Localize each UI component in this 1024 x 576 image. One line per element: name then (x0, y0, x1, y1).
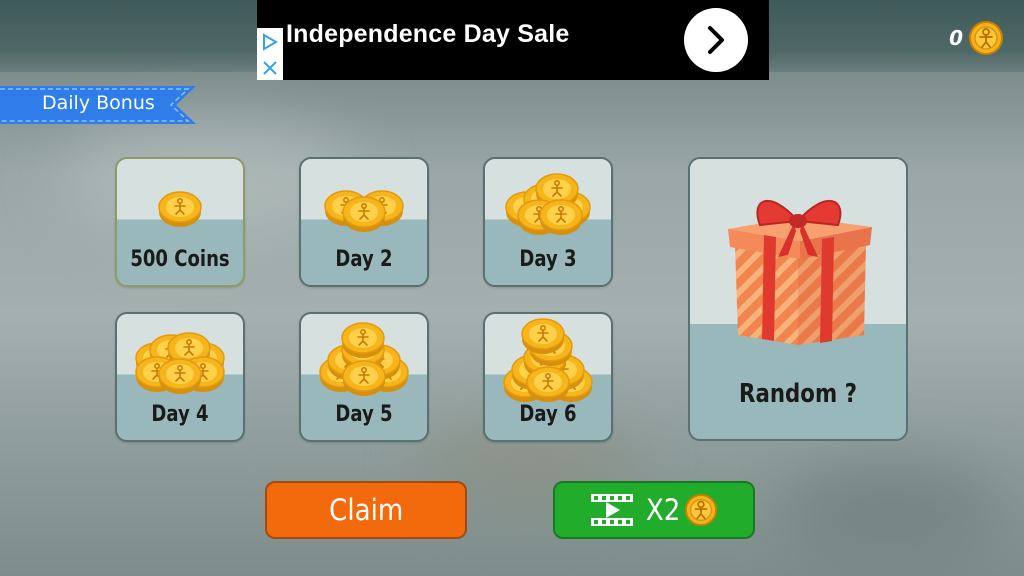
double-button-label: X2 (645, 493, 681, 527)
ad-action-button[interactable] (684, 8, 748, 72)
random-reward-label: Random ? (739, 379, 857, 409)
coin-icon (342, 196, 386, 232)
coin-icon (342, 360, 386, 396)
claim-button[interactable]: Claim (265, 481, 467, 539)
close-icon[interactable] (262, 60, 278, 76)
coin-icon (341, 322, 385, 358)
coin-icon (526, 366, 570, 402)
coin-icon (969, 21, 1003, 55)
reward-card-random[interactable]: Random ? (688, 157, 908, 441)
coin-count: 0 (949, 26, 963, 50)
reward-label: Day 5 (335, 402, 393, 427)
reward-label: Day 2 (335, 247, 393, 272)
coin-icon (685, 493, 718, 527)
claim-button-label: Claim (328, 493, 404, 527)
panel-title: Daily Bonus (42, 92, 155, 114)
video-icon (590, 494, 633, 526)
reward-card-day-4[interactable]: Day 4 (115, 312, 245, 442)
ad-choices[interactable] (257, 28, 283, 80)
coin-icon (158, 191, 202, 227)
coin-icon (521, 318, 565, 354)
coin-icon (539, 199, 583, 235)
reward-label: 500 Coins (130, 247, 230, 272)
reward-card-day-3[interactable]: Day 3 (483, 157, 613, 287)
reward-label: Day 4 (151, 402, 209, 427)
reward-card-day-2[interactable]: Day 2 (299, 157, 429, 287)
reward-card-day-5[interactable]: Day 5 (299, 312, 429, 442)
coin-icon (158, 358, 202, 394)
reward-card-day-1[interactable]: 500 Coins (115, 157, 245, 287)
ad-choices-icon[interactable] (261, 32, 279, 51)
reward-card-day-6[interactable]: Day 6 (483, 312, 613, 442)
coin-counter: 0 (949, 20, 1004, 56)
reward-label: Day 6 (519, 402, 577, 427)
reward-label: Day 3 (519, 247, 577, 272)
background-blur (780, 460, 1000, 560)
gift-box-icon (728, 200, 872, 345)
ad-banner[interactable]: Independence Day Sale (257, 0, 769, 80)
ad-title[interactable]: Independence Day Sale (286, 20, 569, 49)
chevron-right-icon (708, 26, 724, 54)
double-reward-button[interactable]: X2 (553, 481, 755, 539)
